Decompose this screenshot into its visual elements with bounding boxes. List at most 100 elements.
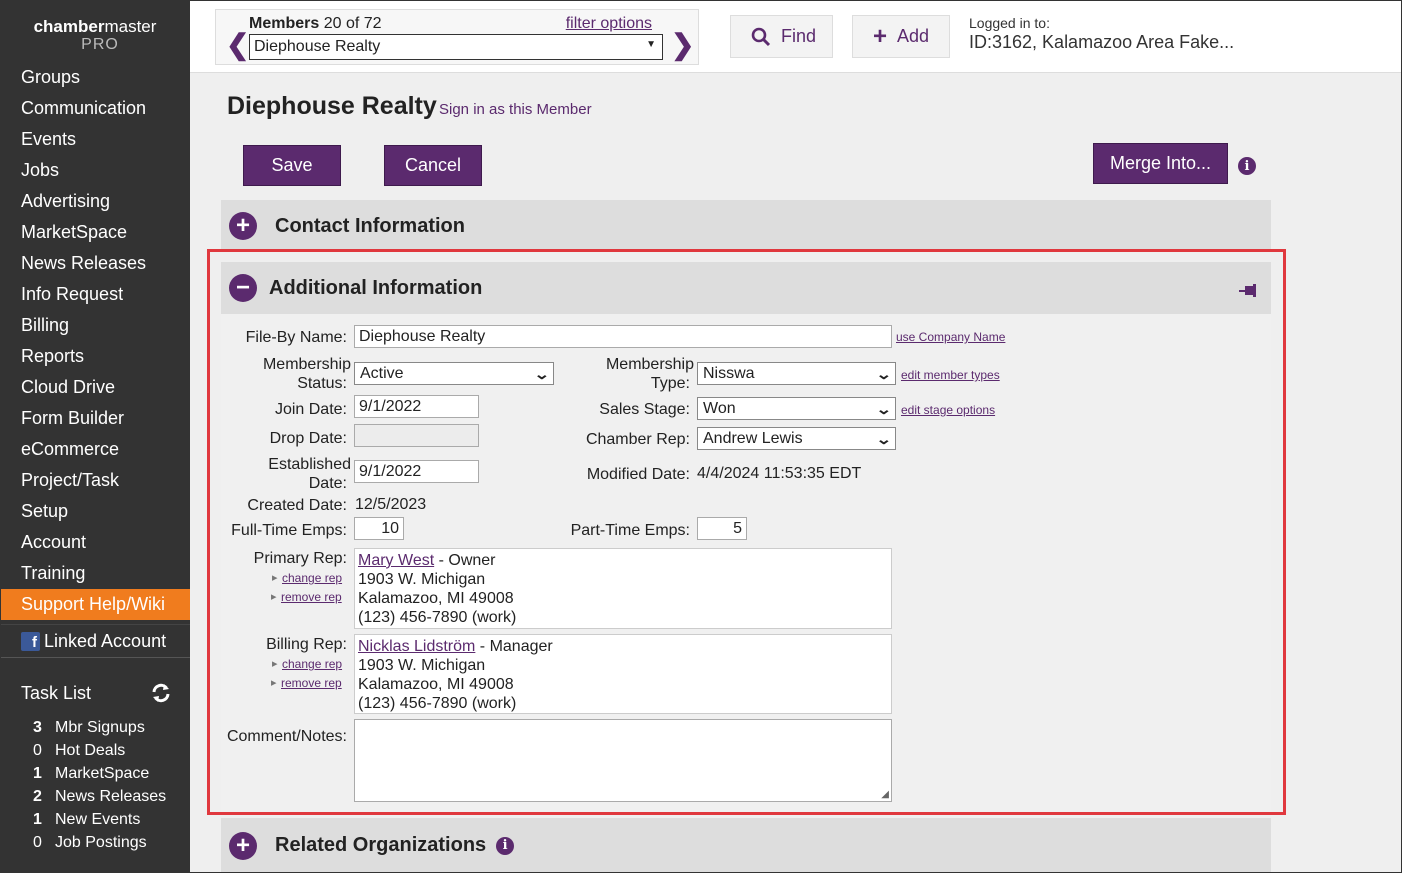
- sidebar-item-form-builder[interactable]: Form Builder: [0, 403, 190, 434]
- sidebar-item-ecommerce[interactable]: eCommerce: [0, 434, 190, 465]
- expand-icon[interactable]: +: [229, 212, 257, 240]
- full-time-emps-input[interactable]: 10: [354, 517, 404, 540]
- sidebar-item-support-help-wiki[interactable]: Support Help/Wiki: [0, 589, 190, 620]
- sidebar-item-reports[interactable]: Reports: [0, 341, 190, 372]
- edit-stage-options-link[interactable]: edit stage options: [901, 403, 995, 417]
- refresh-icon[interactable]: [150, 682, 172, 704]
- task-list-title: Task List: [21, 682, 92, 703]
- chamber-rep-select[interactable]: Andrew Lewis ⌄: [697, 427, 896, 450]
- sidebar-item-cloud-drive[interactable]: Cloud Drive: [0, 372, 190, 403]
- primary-rep-name-link[interactable]: Mary West: [358, 552, 434, 569]
- sidebar-item-info-request[interactable]: Info Request: [0, 279, 190, 310]
- members-label: Members: [249, 15, 320, 32]
- expand-icon[interactable]: +: [229, 831, 257, 860]
- task-list-item[interactable]: 1 New Events: [33, 808, 190, 831]
- sidebar-item-advertising[interactable]: Advertising: [0, 186, 190, 217]
- add-button[interactable]: + Add: [852, 15, 950, 58]
- page-title: Diephouse Realty: [227, 92, 437, 120]
- section-contact-information[interactable]: + Contact Information: [221, 200, 1271, 252]
- primary-rep-address-1: 1903 W. Michigan: [358, 571, 486, 588]
- top-bar: ❮ ❯ Members 20 of 72 filter options Diep…: [190, 0, 1401, 73]
- cancel-button[interactable]: Cancel: [384, 145, 482, 186]
- sidebar-item-training[interactable]: Training: [0, 558, 190, 589]
- task-list-item[interactable]: 1 MarketSpace: [33, 762, 190, 785]
- info-icon[interactable]: i: [496, 836, 515, 855]
- chevron-down-icon: ⌄: [533, 366, 551, 382]
- dropdown-arrow-icon: ▼: [646, 39, 656, 50]
- filter-options-link[interactable]: filter options: [566, 15, 652, 33]
- billing-rep-phone: (123) 456-7890 (work): [358, 695, 517, 712]
- sidebar-item-jobs[interactable]: Jobs: [0, 155, 190, 186]
- sidebar-item-project-task[interactable]: Project/Task: [0, 465, 190, 496]
- membership-type-select[interactable]: Nisswa ⌄: [697, 362, 896, 385]
- pin-icon[interactable]: [1239, 284, 1259, 303]
- member-select[interactable]: Diephouse Realty ▼: [249, 34, 663, 60]
- save-button[interactable]: Save: [243, 145, 341, 186]
- change-primary-rep-link[interactable]: change rep: [272, 571, 342, 585]
- established-date-label-1: Established: [268, 456, 351, 473]
- established-date-input[interactable]: 9/1/2022: [354, 460, 479, 483]
- task-list-item[interactable]: 0 Hot Deals: [33, 739, 190, 762]
- sales-stage-value: Won: [703, 400, 736, 417]
- edit-member-types-link[interactable]: edit member types: [901, 368, 1000, 382]
- logo: chambermaster PRO: [0, 0, 190, 62]
- sign-in-link[interactable]: Sign in as this Member: [439, 101, 592, 118]
- resize-grip-icon[interactable]: ◢: [881, 789, 889, 800]
- linked-account[interactable]: f Linked Account: [0, 624, 190, 658]
- chevron-down-icon: ⌄: [875, 401, 893, 417]
- change-billing-rep-link[interactable]: change rep: [272, 657, 342, 671]
- task-label: Job Postings: [55, 834, 147, 851]
- use-company-name-link[interactable]: use Company Name: [896, 330, 1005, 344]
- part-time-emps-input[interactable]: 5: [697, 517, 747, 540]
- remove-primary-rep-link[interactable]: remove rep: [271, 590, 342, 604]
- billing-rep-card: Nicklas Lidström - Manager 1903 W. Michi…: [354, 634, 892, 714]
- task-count: 1: [33, 765, 42, 782]
- task-count: 0: [33, 742, 42, 759]
- chevron-down-icon: ⌄: [875, 366, 893, 382]
- task-list-item[interactable]: 0 Job Postings: [33, 831, 190, 854]
- created-date-label: Created Date:: [247, 497, 347, 514]
- next-member-icon[interactable]: ❯: [671, 31, 694, 59]
- file-by-input[interactable]: Diephouse Realty: [354, 325, 892, 348]
- membership-status-select[interactable]: Active ⌄: [354, 362, 554, 385]
- primary-rep-address-2: Kalamazoo, MI 49008: [358, 590, 514, 607]
- logged-in-value: ID:3162, Kalamazoo Area Fake...: [969, 32, 1235, 52]
- sidebar-item-setup[interactable]: Setup: [0, 496, 190, 527]
- add-label: Add: [897, 26, 930, 46]
- join-date-input[interactable]: 9/1/2022: [354, 395, 479, 418]
- find-button[interactable]: Find: [730, 15, 833, 58]
- task-list-item[interactable]: 2 News Releases: [33, 785, 190, 808]
- sidebar-item-billing[interactable]: Billing: [0, 310, 190, 341]
- comment-notes-textarea[interactable]: ◢: [354, 719, 892, 802]
- sidebar-item-account[interactable]: Account: [0, 527, 190, 558]
- info-icon[interactable]: i: [1238, 157, 1256, 175]
- modified-date-label: Modified Date:: [586, 466, 690, 483]
- sidebar-item-marketspace[interactable]: MarketSpace: [0, 217, 190, 248]
- find-label: Find: [781, 26, 817, 46]
- task-count: 2: [33, 788, 42, 805]
- billing-rep-name-link[interactable]: Nicklas Lidström: [358, 638, 475, 655]
- chevron-down-icon: ⌄: [875, 431, 893, 447]
- billing-rep-label: Billing Rep:: [266, 636, 347, 653]
- collapse-icon[interactable]: −: [229, 274, 257, 302]
- sidebar-item-news-releases[interactable]: News Releases: [0, 248, 190, 279]
- search-icon: [751, 27, 771, 46]
- task-list-item[interactable]: 3 Mbr Signups: [33, 716, 190, 739]
- logo-pro: PRO: [81, 36, 119, 53]
- primary-rep-role: - Owner: [434, 552, 496, 569]
- membership-type-value: Nisswa: [703, 365, 755, 382]
- sidebar-item-events[interactable]: Events: [0, 124, 190, 155]
- remove-billing-rep-link[interactable]: remove rep: [271, 676, 342, 690]
- section-additional-information[interactable]: − Additional Information: [221, 262, 1271, 314]
- sidebar-item-groups[interactable]: Groups: [0, 62, 190, 93]
- prev-member-icon[interactable]: ❮: [226, 31, 249, 59]
- sidebar-item-communication[interactable]: Communication: [0, 93, 190, 124]
- sales-stage-select[interactable]: Won ⌄: [697, 397, 896, 420]
- section-title: Contact Information: [275, 214, 465, 237]
- billing-rep-role: - Manager: [475, 638, 553, 655]
- modified-date-value: 4/4/2024 11:53:35 EDT: [697, 465, 862, 482]
- membership-status-value: Active: [360, 365, 404, 382]
- section-related-organizations[interactable]: + Related Organizations i: [221, 818, 1271, 873]
- linked-account-label: Linked Account: [44, 630, 167, 651]
- merge-into-button[interactable]: Merge Into...: [1093, 143, 1228, 184]
